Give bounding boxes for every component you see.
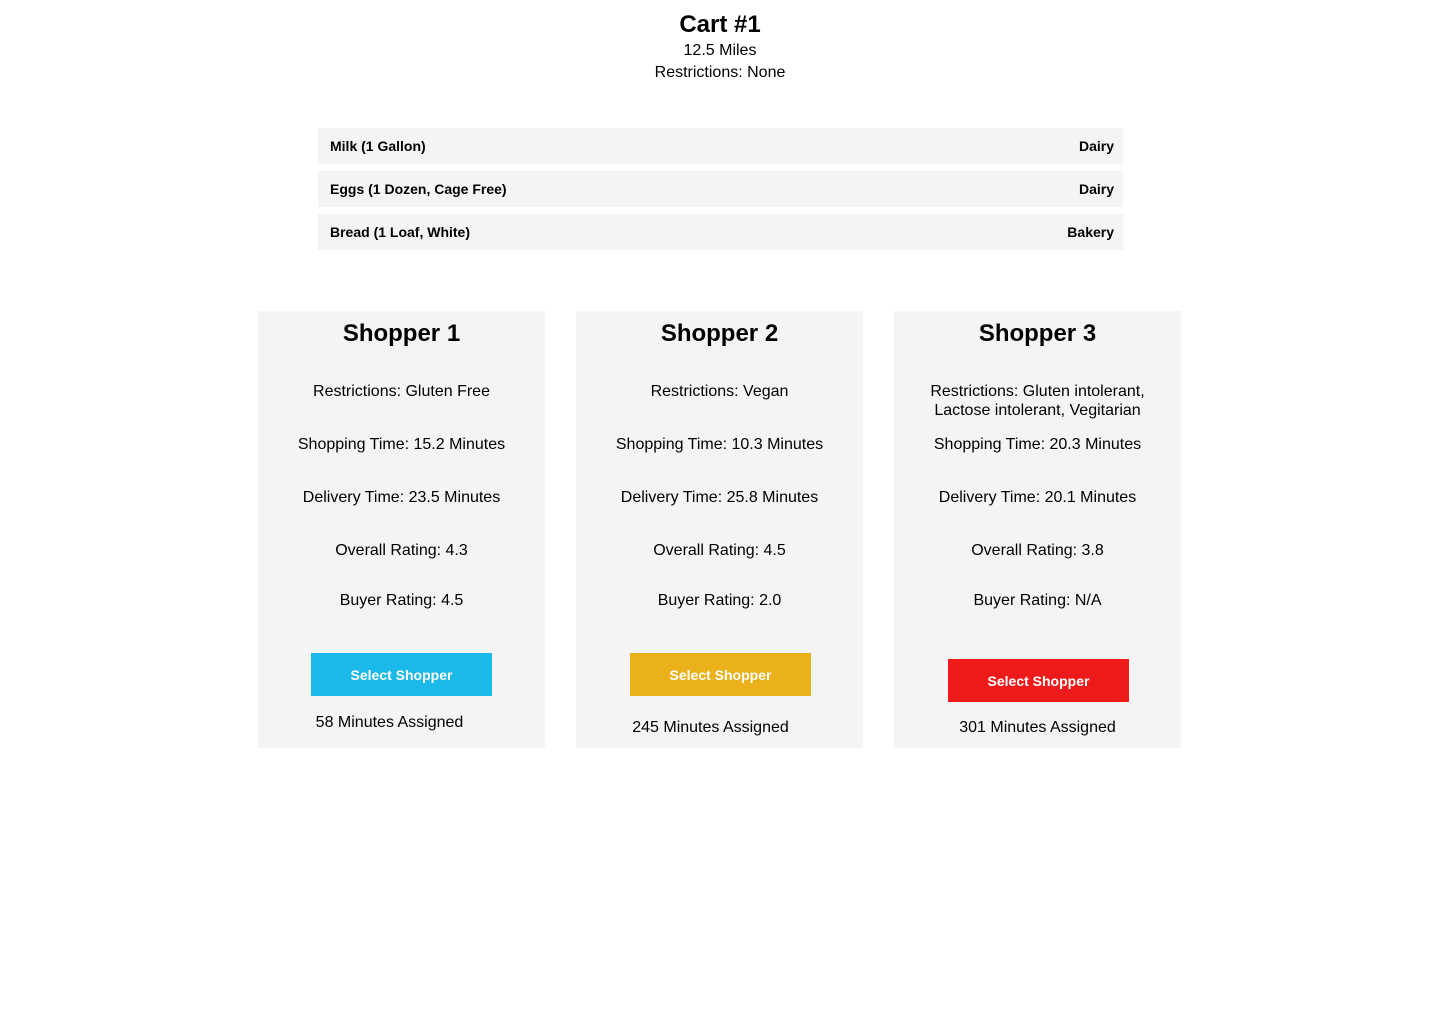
select-shopper-button[interactable]: Select Shopper <box>630 653 811 696</box>
shopper-card-3: Shopper 3 Restrictions: Gluten intoleran… <box>894 311 1181 748</box>
shopper-shopping-time: Shopping Time: 20.3 Minutes <box>933 436 1142 453</box>
item-category: Dairy <box>1078 181 1114 197</box>
shopper-restrictions: Restrictions: Gluten Free <box>313 383 490 400</box>
item-name: Milk (1 Gallon) <box>330 138 426 154</box>
cart-distance: 12.5 Miles <box>683 42 757 59</box>
cart-item-row: Eggs (1 Dozen, Cage Free) Dairy <box>318 171 1123 207</box>
item-name: Bread (1 Loaf, White) <box>330 224 471 240</box>
shopper-shopping-time: Shopping Time: 10.3 Minutes <box>615 436 824 453</box>
cart-item-list: Milk (1 Gallon) Dairy Eggs (1 Dozen, Cag… <box>318 128 1123 257</box>
shopper-shopping-time: Shopping Time: 15.2 Minutes <box>297 436 506 453</box>
shopper-buyer-rating: Buyer Rating: 2.0 <box>657 592 782 609</box>
shopper-buyer-rating: Buyer Rating: 4.5 <box>339 592 464 609</box>
shopper-card-1: Shopper 1 Restrictions: Gluten Free Shop… <box>258 311 545 748</box>
select-shopper-button[interactable]: Select Shopper <box>948 659 1129 702</box>
shopper-restrictions: Restrictions: Vegan <box>650 383 789 400</box>
shopper-restrictions: Restrictions: Gluten intolerant, Lactose… <box>930 383 1145 419</box>
cart-title: Cart #1 <box>679 11 761 38</box>
cart-restrictions: Restrictions: None <box>654 64 786 81</box>
shopper-name: Shopper 1 <box>342 320 461 347</box>
cart-header: Cart #1 12.5 Miles Restrictions: None <box>0 10 1440 84</box>
shopper-delivery-time: Delivery Time: 23.5 Minutes <box>302 489 501 506</box>
cart-item-row: Bread (1 Loaf, White) Bakery <box>318 214 1123 250</box>
shopper-minutes-assigned: 58 Minutes Assigned <box>315 714 464 731</box>
shopper-name: Shopper 3 <box>978 320 1097 347</box>
shopper-overall-rating: Overall Rating: 3.8 <box>971 542 1104 559</box>
item-name: Eggs (1 Dozen, Cage Free) <box>330 181 507 197</box>
shopper-minutes-assigned: 245 Minutes Assigned <box>632 719 789 736</box>
shopper-name: Shopper 2 <box>660 320 779 347</box>
cart-item-row: Milk (1 Gallon) Dairy <box>318 128 1123 164</box>
item-category: Bakery <box>1067 224 1114 240</box>
shopper-overall-rating: Overall Rating: 4.3 <box>335 542 468 559</box>
shopper-delivery-time: Delivery Time: 20.1 Minutes <box>938 489 1137 506</box>
shopper-minutes-assigned: 301 Minutes Assigned <box>959 719 1116 736</box>
select-shopper-button[interactable]: Select Shopper <box>311 653 492 696</box>
shopper-delivery-time: Delivery Time: 25.8 Minutes <box>620 489 819 506</box>
shopper-card-2: Shopper 2 Restrictions: Vegan Shopping T… <box>576 311 863 748</box>
shopper-overall-rating: Overall Rating: 4.5 <box>653 542 786 559</box>
shopper-buyer-rating: Buyer Rating: N/A <box>973 592 1102 609</box>
item-category: Dairy <box>1078 138 1114 154</box>
